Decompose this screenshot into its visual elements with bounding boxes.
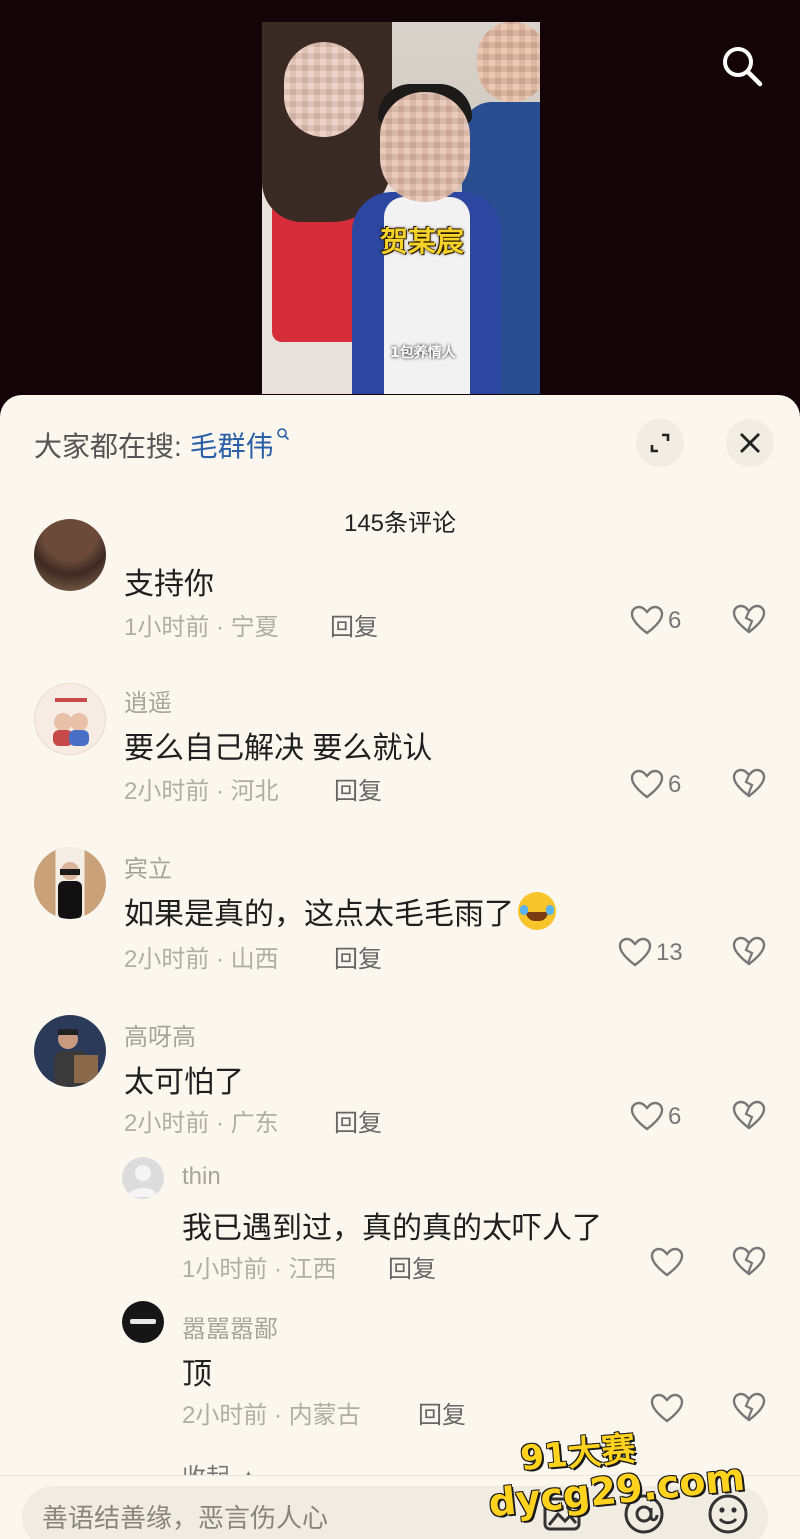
comment-author[interactable]: 逍遥: [124, 683, 172, 718]
video-frame[interactable]: 贺某宸 1包养情人: [262, 22, 540, 394]
comment-text: 顶: [182, 1358, 212, 1391]
sheet-header: 大家都在搜: 毛群伟 145条评论: [0, 395, 800, 537]
avatar-person: [58, 862, 82, 919]
comment-meta: 1小时前 · 江西: [182, 1256, 337, 1283]
video-caption: 贺某宸: [380, 225, 465, 258]
heart-icon[interactable]: [630, 1101, 664, 1131]
heart-icon[interactable]: [650, 1393, 684, 1423]
comment-text: 支持你: [124, 568, 214, 601]
comment-author[interactable]: 宾立: [124, 849, 172, 884]
broken-heart-icon[interactable]: [732, 767, 766, 799]
reply-button[interactable]: 回复: [334, 1103, 382, 1138]
reply-button[interactable]: 回复: [334, 771, 382, 806]
broken-heart-icon[interactable]: [732, 935, 766, 967]
comment-text: 要么自己解决 要么就认: [124, 732, 433, 765]
avatar-illustration: [53, 698, 89, 746]
search-icon[interactable]: [718, 42, 766, 90]
avatar[interactable]: [34, 683, 106, 755]
comment-meta: 1小时前 · 宁夏: [124, 614, 279, 641]
default-avatar-icon: [128, 1165, 158, 1197]
avatar[interactable]: [122, 1157, 164, 1199]
broken-heart-icon[interactable]: [732, 1099, 766, 1131]
like-count: 6: [668, 607, 682, 634]
comment-author[interactable]: 嚣嚚嚣鄙: [182, 1309, 278, 1344]
avatar-logo: [130, 1319, 156, 1324]
broken-heart-icon[interactable]: [732, 1391, 766, 1423]
trending-search-prefix: 大家都在搜:: [34, 431, 190, 462]
comment-author[interactable]: thin: [182, 1163, 221, 1191]
reply-button[interactable]: 回复: [330, 607, 378, 642]
close-button[interactable]: [726, 419, 774, 467]
trending-search[interactable]: 大家都在搜: 毛群伟: [34, 425, 290, 465]
video-player[interactable]: 贺某宸 1包养情人: [0, 0, 800, 420]
comment-count: 145条评论: [343, 510, 457, 537]
blurred-face: [380, 92, 470, 202]
comment-text: 太可怕了: [124, 1066, 244, 1099]
heart-icon[interactable]: [630, 605, 664, 635]
comment-meta: 2小时前 · 内蒙古: [182, 1402, 361, 1429]
comment-text: 如果是真的，这点太毛毛雨了: [124, 889, 556, 933]
comment-text: 我已遇到过，真的真的太吓人了: [182, 1212, 602, 1245]
close-icon: [740, 433, 760, 453]
avatar[interactable]: [122, 1301, 164, 1343]
expand-button[interactable]: [636, 419, 684, 467]
avatar[interactable]: [34, 1015, 106, 1087]
comment-author[interactable]: 高呀高: [124, 1017, 196, 1052]
video-subcaption: 1包养情人: [390, 345, 456, 361]
comment-meta: 2小时前 · 山西: [124, 946, 279, 973]
reply-button[interactable]: 回复: [388, 1249, 436, 1284]
like-count: 6: [668, 771, 682, 798]
search-icon: [276, 428, 289, 441]
comment-sheet: 大家都在搜: 毛群伟 145条评论 支持你 1小时前 · 宁夏 回复 6 逍遥 …: [0, 395, 800, 1539]
expand-icon: [650, 433, 670, 453]
comment-meta: 2小时前 · 河北: [124, 778, 279, 805]
comment-meta: 2小时前 · 广东: [124, 1110, 279, 1137]
reply-button[interactable]: 回复: [418, 1395, 466, 1430]
avatar[interactable]: [34, 847, 106, 919]
broken-heart-icon[interactable]: [732, 603, 766, 635]
reply-button[interactable]: 回复: [334, 939, 382, 974]
like-count: 6: [668, 1103, 682, 1130]
comment-input-placeholder: 善语结善缘，恶言伤人心: [42, 1503, 329, 1533]
blurred-face: [477, 22, 540, 102]
avatar[interactable]: [34, 519, 106, 591]
heart-icon[interactable]: [630, 769, 664, 799]
like-count: 13: [656, 939, 683, 966]
heart-icon[interactable]: [650, 1247, 684, 1277]
broken-heart-icon[interactable]: [732, 1245, 766, 1277]
laughing-emoji-icon: [518, 892, 556, 930]
trending-search-keyword[interactable]: 毛群伟: [190, 431, 274, 462]
heart-icon[interactable]: [618, 937, 652, 967]
blurred-face: [284, 42, 364, 137]
avatar-person: [54, 1029, 98, 1087]
